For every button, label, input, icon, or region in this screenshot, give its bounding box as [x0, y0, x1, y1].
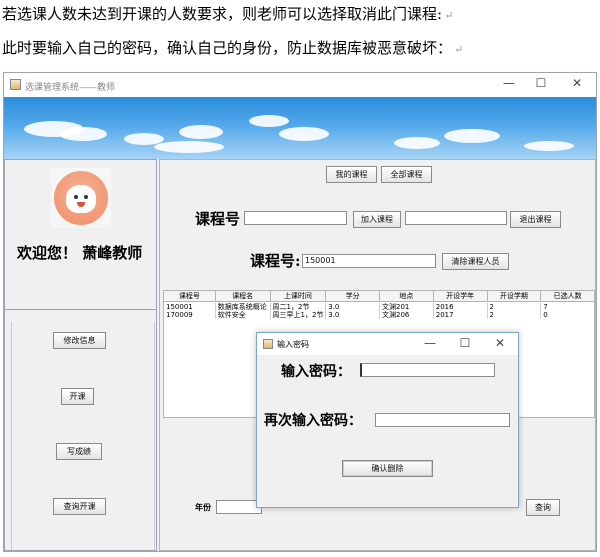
query-courses-button[interactable]: 查询开课 [53, 498, 106, 515]
table-header: 课程号 课程名 上课时间 学分 地点 开设学年 开设学期 已选人数 [164, 291, 594, 302]
table-row[interactable]: 150001 数据库系统概论 周二1，2节 3.0 文渊201 2016 2 7 [164, 303, 594, 311]
course-id-label: 课程号 [195, 210, 241, 228]
left-panel: 欢迎您！ 萧峰教师 修改信息 开课 写成绩 查询开课 [4, 159, 157, 551]
dialog-app-icon [263, 339, 273, 349]
table-cell: 0 [543, 311, 548, 319]
column-header[interactable]: 学分 [326, 291, 380, 301]
all-courses-button[interactable]: 全部课程 [381, 166, 432, 183]
table-cell: 170009 [164, 311, 216, 319]
table-cell: 周三早上1，2节 [271, 311, 327, 319]
quit-course-button[interactable]: 退出课程 [510, 211, 561, 228]
query-button[interactable]: 查询 [526, 499, 560, 516]
table-cell: 软件安全 [216, 311, 271, 319]
table-cell: 3.0 [326, 303, 380, 311]
app-icon [10, 79, 21, 90]
edit-info-button[interactable]: 修改信息 [53, 332, 106, 349]
paragraph-mark: ↵ [454, 43, 464, 56]
clear-course-members-button[interactable]: 清除课程人员 [442, 253, 509, 270]
doc-line-2-text: 此时要输入自己的密码，确认自己的身份，防止数据库被恶意破坏： [2, 39, 453, 57]
course-id-label-2: 课程号: [250, 252, 301, 270]
profile-area: 欢迎您！ 萧峰教师 [5, 160, 156, 310]
column-header[interactable]: 地点 [380, 291, 434, 301]
open-course-button[interactable]: 开课 [61, 388, 94, 405]
left-menu: 修改信息 开课 写成绩 查询开课 [5, 322, 156, 550]
minimize-icon[interactable]: — [415, 336, 445, 350]
table-cell: 7 [543, 303, 548, 311]
table-cell: 2 [488, 303, 542, 311]
column-header[interactable]: 课程号 [164, 291, 216, 301]
table-cell: 150001 [164, 303, 216, 311]
join-course-button[interactable]: 加入课程 [353, 211, 401, 228]
clear-course-id-input[interactable]: 150001 [302, 254, 436, 268]
welcome-text: 欢迎您！ 萧峰教师 [17, 244, 143, 262]
table-cell: 文渊201 [380, 303, 434, 311]
column-header[interactable]: 开设学年 [434, 291, 488, 301]
table-row[interactable]: 170009 软件安全 周三早上1，2节 3.0 文渊206 2017 2 0 [164, 311, 594, 319]
close-icon[interactable]: ✕ [485, 336, 515, 350]
year-label: 年份 [195, 503, 211, 512]
column-header[interactable]: 开设学期 [488, 291, 542, 301]
enter-grades-button[interactable]: 写成绩 [56, 443, 102, 460]
quit-course-id-input[interactable] [405, 211, 507, 225]
window-titlebar: 选课管理系统——教师 — ☐ ✕ [4, 73, 596, 97]
column-header[interactable]: 已选人数 [541, 291, 594, 301]
maximize-icon[interactable]: ☐ [450, 336, 480, 350]
table-cell: 文渊206 [380, 311, 434, 319]
confirm-password-input[interactable] [375, 413, 510, 427]
dialog-titlebar: 输入密码 — ☐ ✕ [257, 333, 518, 355]
password-label: 输入密码： [281, 364, 351, 380]
minimize-icon[interactable]: — [494, 76, 524, 90]
join-course-id-input[interactable] [244, 211, 347, 225]
password-input[interactable] [360, 363, 495, 377]
my-courses-button[interactable]: 我的课程 [326, 166, 377, 183]
confirm-delete-button[interactable]: 确认删除 [342, 460, 433, 477]
table-cell: 数据库系统概论 [216, 303, 271, 311]
close-icon[interactable]: ✕ [562, 76, 592, 90]
column-header[interactable]: 上课时间 [271, 291, 327, 301]
table-cell: 周二1，2节 [271, 303, 327, 311]
doc-line-2: 此时要输入自己的密码，确认自己的身份，防止数据库被恶意破坏： ↵ [2, 37, 463, 58]
paragraph-mark: ↵ [444, 9, 454, 22]
column-header[interactable]: 课程名 [216, 291, 271, 301]
maximize-icon[interactable]: ☐ [526, 76, 556, 90]
avatar [51, 168, 111, 228]
confirm-password-label: 再次输入密码： [264, 413, 362, 429]
table-cell: 2 [488, 311, 542, 319]
password-dialog: 输入密码 — ☐ ✕ 输入密码： 再次输入密码： 确认删除 [256, 332, 519, 508]
sky-banner [4, 97, 596, 159]
table-cell: 3.0 [326, 311, 380, 319]
doc-line-1-text: 若选课人数未达到开课的人数要求，则老师可以选择取消此门课程: [2, 5, 443, 23]
doc-line-1: 若选课人数未达到开课的人数要求，则老师可以选择取消此门课程: ↵ [2, 3, 453, 24]
table-cell: 2017 [434, 311, 488, 319]
table-cell: 2016 [434, 303, 488, 311]
window-title: 选课管理系统——教师 [25, 83, 116, 93]
dialog-title: 输入密码 [277, 340, 309, 349]
